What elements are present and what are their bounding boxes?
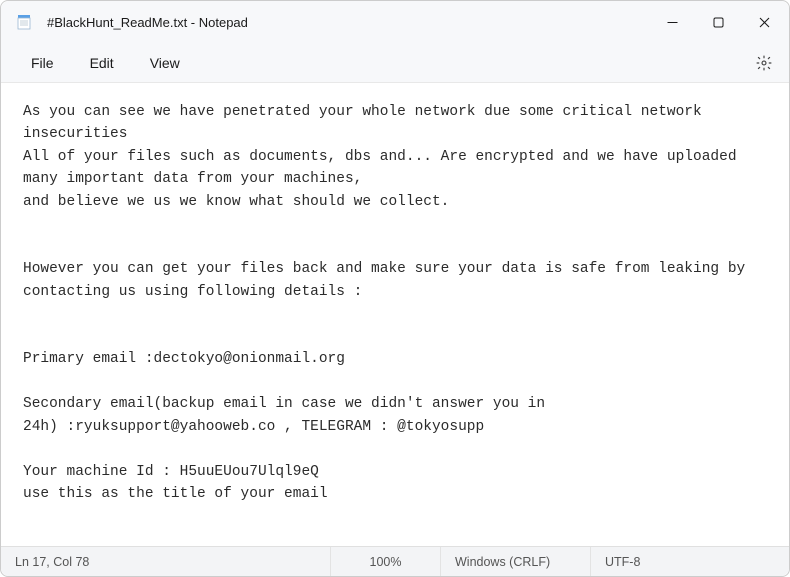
status-zoom[interactable]: 100% bbox=[331, 547, 441, 576]
window-title: #BlackHunt_ReadMe.txt - Notepad bbox=[47, 15, 248, 30]
settings-button[interactable] bbox=[747, 46, 781, 80]
notepad-icon bbox=[15, 13, 33, 31]
menu-view[interactable]: View bbox=[132, 49, 198, 77]
status-encoding: UTF-8 bbox=[591, 547, 789, 576]
window-controls bbox=[649, 1, 787, 43]
minimize-button[interactable] bbox=[649, 1, 695, 43]
title-bar: #BlackHunt_ReadMe.txt - Notepad bbox=[1, 1, 789, 43]
status-line-ending: Windows (CRLF) bbox=[441, 547, 591, 576]
text-editor-area[interactable]: As you can see we have penetrated your w… bbox=[1, 83, 789, 546]
notepad-window: #BlackHunt_ReadMe.txt - Notepad File Edi… bbox=[0, 0, 790, 577]
maximize-button[interactable] bbox=[695, 1, 741, 43]
close-button[interactable] bbox=[741, 1, 787, 43]
status-position: Ln 17, Col 78 bbox=[1, 547, 331, 576]
menu-bar: File Edit View bbox=[1, 43, 789, 83]
menu-file[interactable]: File bbox=[13, 49, 72, 77]
status-bar: Ln 17, Col 78 100% Windows (CRLF) UTF-8 bbox=[1, 546, 789, 576]
document-text: As you can see we have penetrated your w… bbox=[23, 104, 754, 546]
menu-edit[interactable]: Edit bbox=[72, 49, 132, 77]
